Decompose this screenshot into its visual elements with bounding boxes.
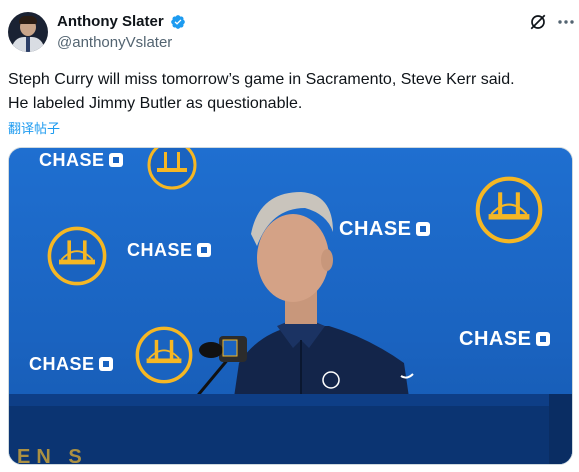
author-name[interactable]: Anthony Slater (57, 13, 164, 30)
translate-post-link[interactable]: 翻译帖子 (8, 118, 60, 137)
grok-icon[interactable] (529, 13, 547, 31)
podium-lettering: EN S (17, 446, 88, 465)
podium-side (549, 394, 572, 464)
tweet-media-image[interactable]: CHASE CHASE CHASE CHASE CHASE EN S (8, 147, 573, 465)
podium-front (9, 406, 549, 464)
avatar[interactable] (8, 12, 48, 52)
tweet-text: Steph Curry will miss tomorrow’s game in… (8, 71, 515, 112)
verified-badge-icon (171, 15, 185, 29)
more-options-icon[interactable] (558, 20, 574, 24)
author-handle[interactable]: @anthonyVslater (57, 34, 172, 51)
